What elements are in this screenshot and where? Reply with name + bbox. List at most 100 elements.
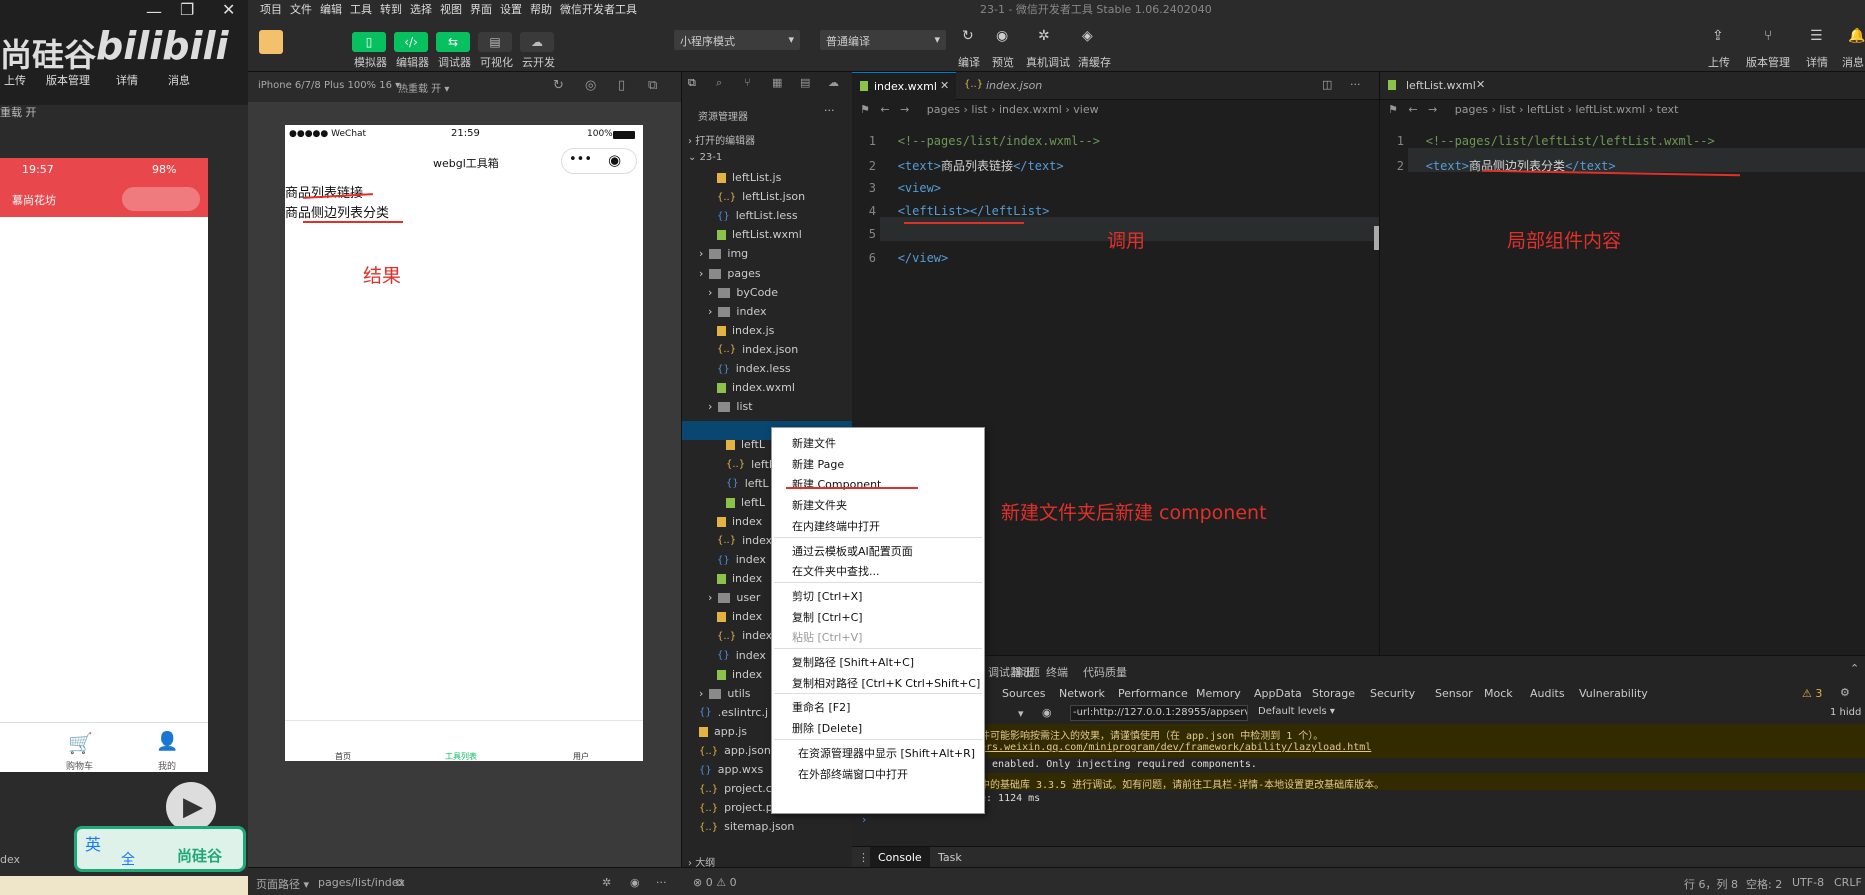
restore-icon[interactable]: ❐ [180, 0, 194, 19]
debugger-toggle-button[interactable]: ⇆ [436, 32, 470, 52]
tab-tools[interactable]: 工具列表 [445, 751, 477, 762]
tree-item[interactable]: index.js [717, 321, 774, 340]
split-editor-icon[interactable]: ◫ [1322, 78, 1332, 91]
device-select[interactable]: iPhone 6/7/8 Plus 100% 16 ▾ [258, 80, 400, 91]
panel-mock[interactable]: Mock [1484, 687, 1513, 700]
warning-count[interactable]: ⚠ 3 [1802, 687, 1822, 700]
crumb-pages[interactable]: pages [927, 103, 960, 116]
hotreload-toggle[interactable]: 热重载 开 ▾ [398, 80, 449, 95]
details-icon[interactable]: ☰ [1810, 28, 1823, 44]
tree-item[interactable]: › byCode [708, 283, 778, 302]
back-icon[interactable]: ← [880, 103, 889, 116]
tab-user[interactable]: 用户 [573, 751, 589, 762]
eol[interactable]: CRLF [1834, 876, 1862, 889]
tree-item[interactable]: {} .eslintrc.j [699, 703, 768, 722]
context-menu-item[interactable]: 删除 [Delete] [792, 720, 862, 736]
crumb-list[interactable]: list [1499, 103, 1515, 116]
tree-item[interactable]: › pages [699, 264, 761, 283]
messages-action[interactable]: 消息 [1842, 54, 1864, 70]
crumb-symbol[interactable]: view [1073, 103, 1098, 116]
eye-icon[interactable]: ◉ [996, 28, 1008, 44]
drawer-tab-task[interactable]: Task [938, 851, 962, 864]
bookmark-icon[interactable]: ⚑ [860, 103, 870, 116]
tree-item[interactable]: {} index.less [717, 359, 791, 378]
clear-cache-action[interactable]: 清缓存 [1078, 54, 1111, 70]
tree-item[interactable]: index [717, 512, 762, 531]
menu-wechat-devtools[interactable]: 微信开发者工具 [560, 1, 637, 17]
forward-icon[interactable]: → [900, 103, 909, 116]
real-device-debug-action[interactable]: 真机调试 [1026, 54, 1070, 70]
panel-storage[interactable]: Storage [1312, 687, 1355, 700]
context-menu-item[interactable]: 新建文件 [792, 435, 836, 451]
bug-icon[interactable]: ✲ [1038, 28, 1050, 44]
bug-icon[interactable]: ✲ [602, 876, 611, 889]
chevron-right-icon[interactable]: › [699, 687, 703, 700]
refresh-icon[interactable]: ↻ [553, 78, 564, 93]
tree-item[interactable]: index [717, 569, 762, 588]
levels-select[interactable]: Default levels ▾ [1258, 706, 1335, 717]
tree-item[interactable]: {..} leftL [726, 455, 775, 474]
devtools-tab-quality[interactable]: 代码质量 [1083, 664, 1127, 680]
context-menu-item[interactable]: 在外部终端窗口中打开 [798, 766, 908, 782]
back-icon[interactable]: ← [1408, 103, 1417, 116]
panel-memory[interactable]: Memory [1196, 687, 1241, 700]
visual-button[interactable]: ▤ [478, 32, 512, 52]
menu-project[interactable]: 项目 [260, 1, 282, 17]
error-warning-count[interactable]: ⊗ 0 ⚠ 0 [693, 876, 737, 889]
context-menu-item[interactable]: 通过云模板或AI配置页面 [792, 543, 913, 559]
simulator-toggle-button[interactable]: ▯ [352, 32, 386, 52]
tree-item[interactable]: {..} index.json [717, 340, 798, 359]
tree-item[interactable]: › index [708, 302, 767, 321]
crumb-symbol[interactable]: text [1657, 103, 1679, 116]
menu-view[interactable]: 视图 [440, 1, 462, 17]
stop-icon[interactable]: ◎ [585, 78, 596, 93]
tree-item[interactable]: {..} sitemap.json [699, 817, 794, 836]
panel-sensor[interactable]: Sensor [1435, 687, 1473, 700]
layers-icon[interactable]: ◈ [1082, 28, 1093, 44]
crumb-list[interactable]: list [971, 103, 987, 116]
panel-audits[interactable]: Audits [1530, 687, 1565, 700]
minimize-icon[interactable]: — [146, 2, 162, 21]
tree-item[interactable]: leftList.js [717, 168, 781, 187]
capsule-menu-button[interactable]: ••• ◉ [561, 148, 637, 174]
eye-icon[interactable]: ◉ [1042, 706, 1052, 719]
chevron-right-icon[interactable]: › [708, 591, 712, 604]
extensions-icon[interactable]: ▦ [772, 76, 782, 89]
menu-edit[interactable]: 编辑 [320, 1, 342, 17]
crumb-pages[interactable]: pages [1455, 103, 1488, 116]
console-line-2[interactable]: ers.weixin.qq.com/miniprogram/dev/framew… [980, 742, 1371, 753]
context-menu-item[interactable]: 新建 Page [792, 456, 844, 472]
context-menu-item[interactable]: 新建文件夹 [792, 497, 847, 513]
play-button[interactable]: ▶ [166, 782, 216, 832]
context-menu-item[interactable]: 重命名 [F2] [792, 699, 850, 715]
tree-item[interactable]: {} index [717, 646, 766, 665]
crumb-file[interactable]: index.wxml [999, 103, 1062, 116]
tree-item[interactable]: index.wxml [717, 378, 795, 397]
refresh-icon[interactable]: ↻ [962, 28, 974, 44]
tree-item[interactable]: app.js [699, 722, 747, 741]
menu-help[interactable]: 帮助 [530, 1, 552, 17]
tree-item[interactable]: › user [708, 588, 760, 607]
files-icon[interactable]: ⧉ [688, 76, 696, 90]
console-prompt[interactable]: › [862, 813, 866, 826]
context-menu-item[interactable]: 复制 [Ctrl+C] [792, 609, 863, 625]
chevron-down-icon[interactable]: ▾ [1018, 707, 1024, 720]
forward-icon[interactable]: → [1428, 103, 1437, 116]
tree-item[interactable]: {..} index [717, 531, 772, 550]
menu-tools[interactable]: 工具 [350, 1, 372, 17]
compile-action[interactable]: 编译 [958, 54, 980, 70]
encoding[interactable]: UTF-8 [1792, 876, 1824, 889]
context-menu-item[interactable]: 粘贴 [Ctrl+V] [792, 629, 862, 645]
page-path-label[interactable]: 页面路径 ▾ [256, 876, 309, 892]
tree-item[interactable]: {} leftList.less [717, 206, 798, 225]
editor-toggle-button[interactable]: ‹/› [394, 32, 428, 52]
chevron-right-icon[interactable]: › [708, 305, 712, 318]
tree-item[interactable]: {..} index [717, 626, 772, 645]
tree-item[interactable]: leftList.wxml [717, 225, 802, 244]
eye-icon[interactable]: ◉ [630, 876, 640, 889]
tree-item[interactable]: {..} project.c [699, 779, 772, 798]
more-icon[interactable]: ··· [656, 876, 667, 889]
more-icon[interactable]: ··· [824, 104, 835, 117]
version-manage-action[interactable]: 版本管理 [1746, 54, 1790, 70]
panel-appdata[interactable]: AppData [1254, 687, 1302, 700]
